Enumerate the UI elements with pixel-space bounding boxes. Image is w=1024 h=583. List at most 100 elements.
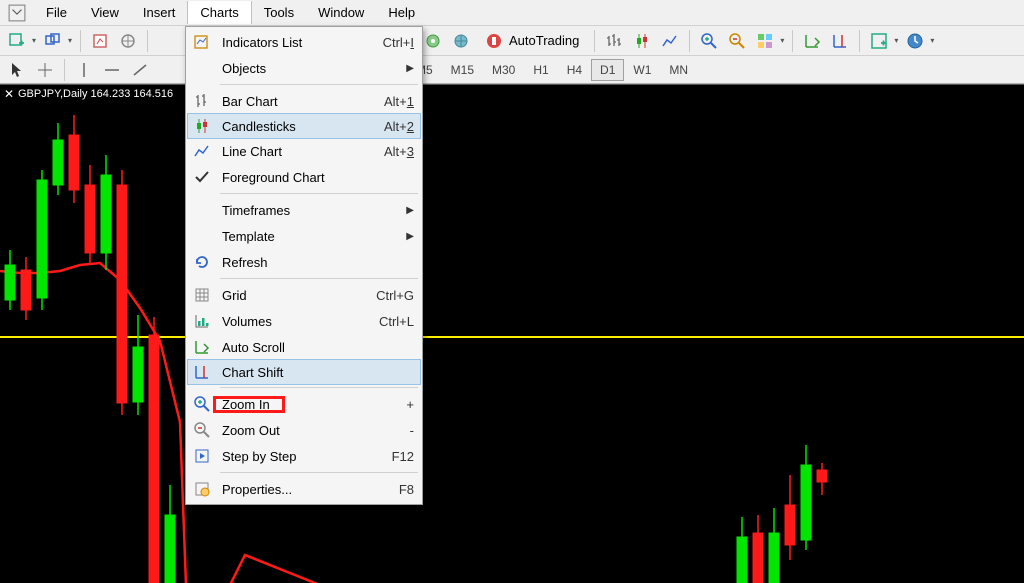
menu-item-shortcut: -: [410, 423, 414, 438]
crosshair-button[interactable]: [32, 58, 58, 82]
menu-item-shortcut: Alt+3: [384, 144, 414, 159]
menu-item-label: Foreground Chart: [216, 170, 414, 185]
vertical-line-button[interactable]: [71, 58, 97, 82]
menu-item-label: Grid: [216, 288, 376, 303]
dropdown-arrow-icon[interactable]: ▾: [928, 36, 936, 45]
indicators-icon: [188, 33, 216, 51]
indicators-button[interactable]: [866, 28, 892, 54]
trendline-button[interactable]: [127, 58, 153, 82]
candlestick-button[interactable]: [629, 28, 655, 54]
autotrading-label: AutoTrading: [509, 33, 579, 48]
timeframe-w1[interactable]: W1: [624, 59, 660, 81]
menu-view[interactable]: View: [79, 1, 131, 24]
chart-shift-button[interactable]: [827, 28, 853, 54]
menu-item-volumes[interactable]: VolumesCtrl+L: [188, 308, 420, 334]
menu-item-label: Line Chart: [216, 144, 384, 159]
line-chart-button[interactable]: [657, 28, 683, 54]
menu-separator: [220, 278, 418, 279]
menubar-expand-icon[interactable]: [8, 5, 26, 21]
toolbar-separator: [859, 30, 860, 52]
menu-item-shortcut: Ctrl+L: [379, 314, 414, 329]
menu-item-properties[interactable]: Properties...F8: [188, 476, 420, 502]
bar-chart-button[interactable]: [601, 28, 627, 54]
candles-left: [5, 115, 175, 583]
menu-item-objects[interactable]: Objects▶: [188, 55, 420, 81]
chart-area[interactable]: ✕ GBPJPY,Daily 164.233 164.516: [0, 84, 1024, 583]
periodicity-button[interactable]: [902, 28, 928, 54]
menu-item-label: Properties...: [216, 482, 399, 497]
menu-item-step-by-step[interactable]: Step by StepF12: [188, 443, 420, 469]
market-watch-button[interactable]: [87, 28, 113, 54]
menu-window[interactable]: Window: [306, 1, 376, 24]
tile-windows-button[interactable]: [752, 28, 778, 54]
zoom-in-button[interactable]: [696, 28, 722, 54]
menu-item-label: Timeframes: [216, 203, 406, 218]
submenu-arrow-icon: ▶: [406, 63, 414, 74]
menu-item-refresh[interactable]: Refresh: [188, 249, 420, 275]
timeframe-m30[interactable]: M30: [483, 59, 524, 81]
timeframe-h1[interactable]: H1: [524, 59, 557, 81]
menu-item-line-chart[interactable]: Line ChartAlt+3: [188, 138, 420, 164]
menu-item-zoom-out[interactable]: Zoom Out-: [188, 417, 420, 443]
menu-item-template[interactable]: Template▶: [188, 223, 420, 249]
menu-insert[interactable]: Insert: [131, 1, 188, 24]
menu-separator: [220, 84, 418, 85]
menu-item-grid[interactable]: GridCtrl+G: [188, 282, 420, 308]
candles-right: [737, 445, 827, 583]
data-window-button[interactable]: [115, 28, 141, 54]
zoomout-icon: [188, 421, 216, 439]
stepbystep-icon: [188, 447, 216, 465]
menu-item-auto-scroll[interactable]: Auto Scroll: [188, 334, 420, 360]
menu-item-bar-chart[interactable]: Bar ChartAlt+1: [188, 88, 420, 114]
chart-canvas: [0, 85, 1024, 583]
menu-item-shortcut: F12: [392, 449, 414, 464]
globe-button[interactable]: [448, 28, 474, 54]
menu-separator: [220, 193, 418, 194]
menu-item-indicators-list[interactable]: Indicators ListCtrl+I: [188, 29, 420, 55]
linechart-icon: [188, 142, 216, 160]
menu-item-shortcut: Ctrl+G: [376, 288, 414, 303]
menu-item-zoom-in[interactable]: Zoom In+: [188, 391, 420, 417]
menu-item-label: Template: [216, 229, 406, 244]
dropdown-arrow-icon[interactable]: ▾: [30, 36, 38, 45]
volumes-icon: [188, 312, 216, 330]
timeframe-mn[interactable]: MN: [660, 59, 697, 81]
menu-item-foreground-chart[interactable]: Foreground Chart: [188, 164, 420, 190]
menu-item-label: Step by Step: [216, 449, 392, 464]
submenu-arrow-icon: ▶: [406, 231, 414, 242]
menu-separator: [220, 472, 418, 473]
menu-charts[interactable]: Charts: [187, 1, 251, 24]
barchart-icon: [188, 92, 216, 110]
toolbar-secondary: M5M15M30H1H4D1W1MN: [0, 56, 1024, 84]
autoscroll-icon: [188, 338, 216, 356]
zoomin-icon: [188, 395, 216, 413]
menu-help[interactable]: Help: [376, 1, 427, 24]
autotrading-button[interactable]: AutoTrading: [476, 29, 588, 53]
new-chart-button[interactable]: [4, 28, 30, 54]
menu-tools[interactable]: Tools: [252, 1, 306, 24]
candles-icon: [188, 117, 216, 135]
horizontal-line-button[interactable]: [99, 58, 125, 82]
auto-scroll-button[interactable]: [799, 28, 825, 54]
timeframe-h4[interactable]: H4: [558, 59, 591, 81]
menu-item-timeframes[interactable]: Timeframes▶: [188, 197, 420, 223]
menu-item-label: Zoom In: [216, 397, 406, 412]
profiles-button[interactable]: [40, 28, 66, 54]
menu-item-chart-shift[interactable]: Chart Shift: [187, 359, 421, 385]
timeframe-m15[interactable]: M15: [442, 59, 483, 81]
dropdown-arrow-icon[interactable]: ▾: [778, 36, 786, 45]
menu-item-label: Candlesticks: [216, 119, 384, 134]
menu-item-candlesticks[interactable]: CandlesticksAlt+2: [187, 113, 421, 139]
zoom-out-button[interactable]: [724, 28, 750, 54]
menu-item-shortcut: F8: [399, 482, 414, 497]
cursor-button[interactable]: [4, 58, 30, 82]
menu-file[interactable]: File: [34, 1, 79, 24]
options-button[interactable]: [420, 28, 446, 54]
menu-separator: [220, 387, 418, 388]
toolbar-separator: [64, 59, 65, 81]
timeframe-d1[interactable]: D1: [591, 59, 624, 81]
charts-menu-dropdown: Indicators ListCtrl+IObjects▶ Bar ChartAl…: [185, 26, 423, 505]
dropdown-arrow-icon[interactable]: ▾: [66, 36, 74, 45]
grid-icon: [188, 286, 216, 304]
dropdown-arrow-icon[interactable]: ▾: [892, 36, 900, 45]
